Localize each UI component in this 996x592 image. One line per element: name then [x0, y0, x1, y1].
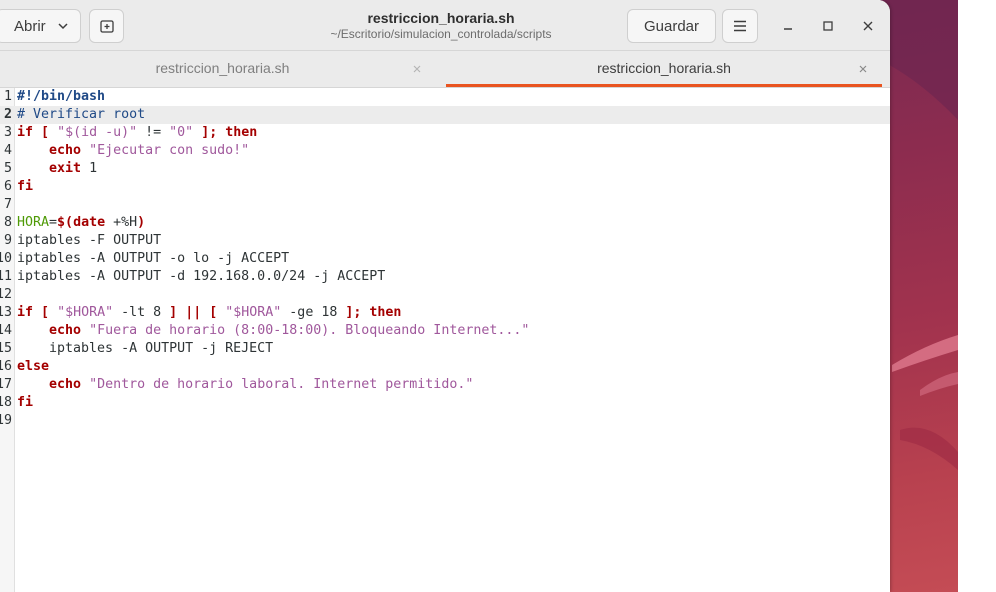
code-text: iptables -F OUTPUT [17, 233, 162, 248]
code-text: fi [17, 179, 34, 194]
code-line[interactable]: 18 fi [0, 394, 890, 412]
code-line[interactable]: 9 iptables -F OUTPUT [0, 232, 890, 250]
code-line[interactable]: 13 if [ "$HORA" -lt 8 ] || [ "$HORA" -ge … [0, 304, 890, 322]
line-number: 18 [0, 395, 12, 410]
text-editor-window: Abrir restriccion_horaria.sh ~/Escritori… [0, 0, 890, 592]
maximize-button[interactable] [816, 14, 840, 38]
header-bar: Abrir restriccion_horaria.sh ~/Escritori… [0, 0, 890, 51]
open-button-label: Abrir [14, 17, 46, 35]
code-text: #!/bin/bash [17, 89, 106, 104]
tab-restriccion-horaria-inactive[interactable]: restriccion_horaria.sh [0, 51, 445, 87]
chevron-down-icon [58, 23, 68, 30]
code-line[interactable]: 11 iptables -A OUTPUT -d 192.168.0.0/24 -… [0, 268, 890, 286]
code-text: else [17, 359, 50, 374]
maximize-icon [823, 21, 833, 31]
line-number: 12 [0, 287, 12, 302]
tab-bar: restriccion_horaria.sh restriccion_horar… [0, 51, 890, 88]
tab-label: restriccion_horaria.sh [597, 60, 731, 76]
code-line[interactable]: 10 iptables -A OUTPUT -o lo -j ACCEPT [0, 250, 890, 268]
code-line[interactable]: 12 [0, 286, 890, 304]
line-number: 16 [0, 359, 12, 374]
line-number: 1 [3, 89, 12, 104]
line-number: 15 [0, 341, 12, 356]
open-button[interactable]: Abrir [0, 9, 81, 43]
code-text: echo "Fuera de horario (8:00-18:00). Blo… [49, 323, 530, 338]
line-number: 10 [0, 251, 12, 266]
line-number: 2 [3, 107, 12, 122]
code-line[interactable]: 17 echo "Dentro de horario laboral. Inte… [0, 376, 890, 394]
code-line[interactable]: 8 HORA=$(date +%H) [0, 214, 890, 232]
code-line[interactable]: 1 #!/bin/bash [0, 88, 890, 106]
code-text: if [ "$(id -u)" != "0" ]; then [17, 125, 258, 140]
line-number: 8 [3, 215, 12, 230]
hamburger-menu-icon [734, 20, 746, 32]
line-number: 19 [0, 413, 12, 428]
line-number: 9 [3, 233, 12, 248]
code-text: iptables -A OUTPUT -j REJECT [17, 341, 274, 356]
close-window-button[interactable] [856, 14, 880, 38]
code-line[interactable]: 3 if [ "$(id -u)" != "0" ]; then [0, 124, 890, 142]
window-title-block: restriccion_horaria.sh ~/Escritorio/simu… [300, 10, 582, 42]
window-title: restriccion_horaria.sh [367, 10, 515, 26]
minimize-icon [784, 28, 792, 30]
line-number: 6 [3, 179, 12, 194]
code-line[interactable]: 14 echo "Fuera de horario (8:00-18:00). … [0, 322, 890, 340]
code-line[interactable]: 4 echo "Ejecutar con sudo!" [0, 142, 890, 160]
code-text: fi [17, 395, 34, 410]
code-text: iptables -A OUTPUT -d 192.168.0.0/24 -j … [17, 269, 386, 284]
line-number: 4 [3, 143, 12, 158]
code-line[interactable]: 15 iptables -A OUTPUT -j REJECT [0, 340, 890, 358]
tab-label: restriccion_horaria.sh [155, 60, 290, 76]
tab-restriccion-horaria-active[interactable]: restriccion_horaria.sh [446, 51, 882, 87]
new-document-button[interactable] [89, 9, 124, 43]
tab-close-icon[interactable] [857, 63, 869, 75]
minimize-button[interactable] [776, 14, 800, 38]
code-text: iptables -A OUTPUT -o lo -j ACCEPT [17, 251, 290, 266]
line-number: 13 [0, 305, 12, 320]
tab-close-icon[interactable] [411, 63, 423, 75]
line-number: 5 [3, 161, 12, 176]
window-subtitle-path: ~/Escritorio/simulacion_controlada/scrip… [330, 27, 552, 41]
new-tab-icon [99, 20, 114, 33]
code-text: HORA=$(date +%H) [17, 215, 146, 230]
code-line[interactable]: 6 fi [0, 178, 890, 196]
code-text: echo "Ejecutar con sudo!" [49, 143, 250, 158]
line-number: 17 [0, 377, 12, 392]
desktop-wallpaper [880, 0, 958, 592]
code-line[interactable]: 16 else [0, 358, 890, 376]
code-text: exit 1 [49, 161, 98, 176]
line-number: 3 [3, 125, 12, 140]
main-menu-button[interactable] [722, 9, 758, 43]
line-number: 11 [0, 269, 12, 284]
code-line[interactable]: 19 [0, 412, 890, 430]
active-tab-indicator [446, 84, 882, 87]
code-text: # Verificar root [17, 107, 146, 122]
code-text: if [ "$HORA" -lt 8 ] || [ "$HORA" -ge 18… [17, 305, 402, 320]
code-line[interactable]: 2 # Verificar root [0, 106, 890, 124]
code-line[interactable]: 7 [0, 196, 890, 214]
code-text: echo "Dentro de horario laboral. Interne… [49, 377, 474, 392]
close-icon [863, 21, 873, 31]
save-button[interactable]: Guardar [627, 9, 716, 43]
code-line[interactable]: 5 exit 1 [0, 160, 890, 178]
line-number: 7 [3, 197, 12, 212]
line-number: 14 [0, 323, 12, 338]
code-editor[interactable]: 1 #!/bin/bash 2 # Verificar root 3 if [ "$(id… [0, 88, 890, 592]
desktop-background [958, 0, 996, 592]
